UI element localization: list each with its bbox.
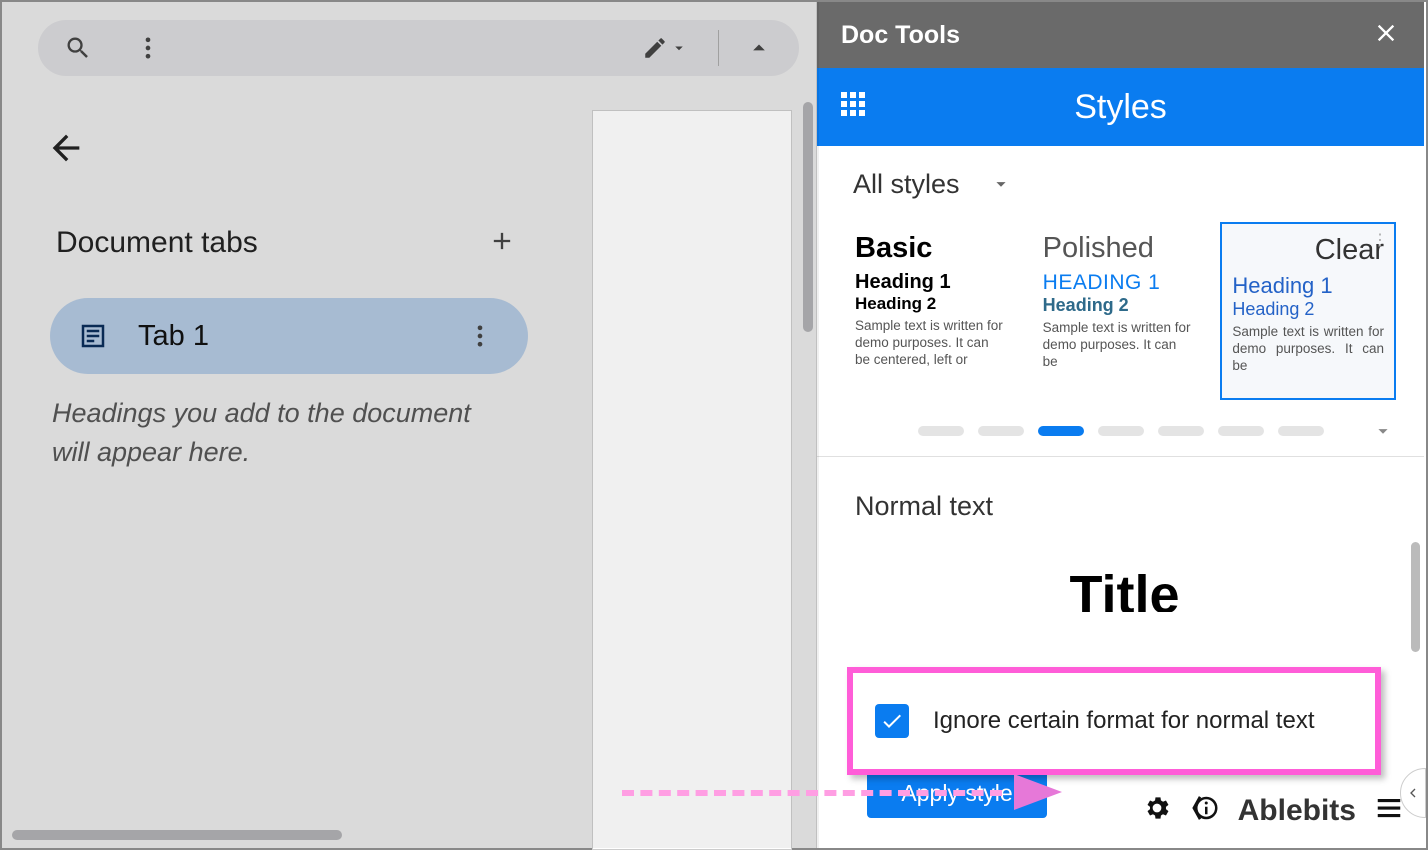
- style-cards-row: Basic Heading 1 Heading 2 Sample text is…: [817, 222, 1424, 410]
- info-icon[interactable]: [1190, 793, 1220, 828]
- apps-grid-icon[interactable]: [841, 92, 871, 122]
- style-card-polished[interactable]: Polished HEADING 1 Heading 2 Sample text…: [1033, 222, 1205, 400]
- menu-icon[interactable]: [1374, 793, 1404, 828]
- carousel-next-icon[interactable]: [1372, 420, 1394, 442]
- sidebar-title: Doc Tools: [841, 21, 960, 50]
- close-icon[interactable]: [1372, 19, 1400, 52]
- dot-7[interactable]: [1278, 426, 1324, 436]
- styles-title: Styles: [871, 88, 1370, 127]
- sidebar-titlebar: Doc Tools: [817, 2, 1424, 68]
- normal-text-label: Normal text: [855, 491, 1394, 522]
- dot-4[interactable]: [1098, 426, 1144, 436]
- carousel-indicators: [817, 410, 1424, 457]
- sidebar-scrollbar[interactable]: [1411, 542, 1420, 652]
- gear-icon[interactable]: [1142, 793, 1172, 828]
- chevron-down-icon: [990, 173, 1012, 195]
- dot-3[interactable]: [1038, 426, 1084, 436]
- ignore-format-checkbox[interactable]: [875, 704, 909, 738]
- ignore-format-option[interactable]: Ignore certain format for normal text: [847, 667, 1381, 775]
- styles-filter-dropdown[interactable]: All styles: [817, 146, 1424, 222]
- normal-text-section: Normal text Title: [817, 457, 1424, 622]
- title-preview: Title: [855, 564, 1394, 612]
- ignore-format-label: Ignore certain format for normal text: [933, 707, 1315, 735]
- dot-6[interactable]: [1218, 426, 1264, 436]
- dot-1[interactable]: [918, 426, 964, 436]
- styles-header: Styles: [817, 68, 1424, 146]
- brand-label: Ablebits: [1238, 794, 1356, 828]
- dot-5[interactable]: [1158, 426, 1204, 436]
- dot-2[interactable]: [978, 426, 1024, 436]
- sidebar-footer: Ablebits: [1142, 793, 1404, 828]
- style-card-clear[interactable]: ⋮ Clear Heading 1 Heading 2 Sample text …: [1220, 222, 1396, 400]
- apply-style-button[interactable]: Apply style: [867, 768, 1047, 818]
- style-card-basic[interactable]: Basic Heading 1 Heading 2 Sample text is…: [845, 222, 1017, 400]
- document-main-area: Document tabs Tab 1 Headings you add to …: [2, 2, 819, 848]
- card-menu-icon[interactable]: ⋮: [1372, 230, 1388, 250]
- filter-label: All styles: [853, 169, 960, 200]
- dim-overlay: [2, 2, 819, 848]
